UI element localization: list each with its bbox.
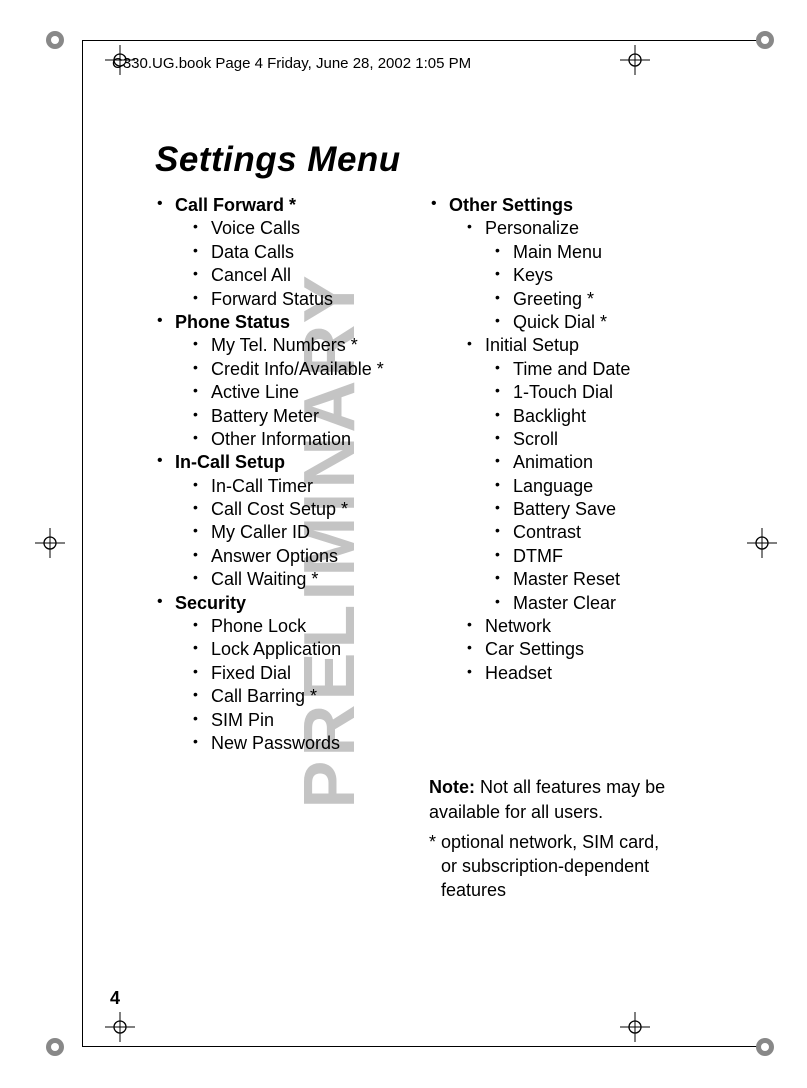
list-item: Master Reset <box>493 568 677 591</box>
list-item: Call Waiting * <box>191 568 403 591</box>
page-number: 4 <box>110 988 120 1009</box>
list-item: Voice Calls <box>191 217 403 240</box>
list-item: Fixed Dial <box>191 662 403 685</box>
list-item: Personalize Main MenuKeysGreeting *Quick … <box>465 217 677 334</box>
list-item: Initial SetupTime and Date1-Touch DialBa… <box>465 334 677 615</box>
item-label: Call Forward * <box>175 195 296 215</box>
list-item: Headset <box>465 662 677 685</box>
list-item: New Passwords <box>191 732 403 755</box>
list-item: Active Line <box>191 381 403 404</box>
list-item: Animation <box>493 451 677 474</box>
list-item: Network <box>465 615 677 638</box>
list-item: Call Barring * <box>191 685 403 708</box>
note-paragraph: Note: Not all features may be available … <box>429 775 677 824</box>
item-label: In-Call Setup <box>175 452 285 472</box>
document-header-line: C330.UG.book Page 4 Friday, June 28, 200… <box>112 55 471 72</box>
list-item: In-Call Timer <box>191 475 403 498</box>
item-label: Phone Status <box>175 312 290 332</box>
item-label: Car Settings <box>485 639 584 659</box>
registration-mark-icon <box>45 30 65 50</box>
list-item: Master Clear <box>493 592 677 615</box>
list-item: Main Menu <box>493 241 677 264</box>
list-item: Phone StatusMy Tel. Numbers *Credit Info… <box>155 311 403 451</box>
list-item: Contrast <box>493 521 677 544</box>
cross-mark-icon <box>35 528 65 558</box>
list-item: In-Call Setup In-Call TimerCall Cost Setu… <box>155 451 403 591</box>
list-item: Other Settings Personalize Main MenuKeysGr… <box>429 194 677 685</box>
item-label: Other Settings <box>449 195 573 215</box>
list-item: Time and Date <box>493 358 677 381</box>
crop-line-bottom <box>82 1046 773 1047</box>
list-item: Call Forward *Voice CallsData CallsCance… <box>155 194 403 311</box>
list-item: 1-Touch Dial <box>493 381 677 404</box>
item-label: Network <box>485 616 551 636</box>
crop-line-left <box>82 40 83 1046</box>
crop-line-top <box>82 40 773 41</box>
list-item: Lock Application <box>191 638 403 661</box>
list-item: Call Cost Setup * <box>191 498 403 521</box>
list-item: Language <box>493 475 677 498</box>
left-column: Call Forward *Voice CallsData CallsCance… <box>155 194 403 909</box>
footnote-text: * optional network, SIM card, or subscri… <box>429 830 677 903</box>
list-item: Cancel All <box>191 264 403 287</box>
list-item: My Caller ID <box>191 521 403 544</box>
list-item: Battery Meter <box>191 405 403 428</box>
list-item: Phone Lock <box>191 615 403 638</box>
item-label: Personalize <box>485 218 579 238</box>
list-item: Answer Options <box>191 545 403 568</box>
cross-mark-icon <box>620 1012 650 1042</box>
list-item: Greeting * <box>493 288 677 311</box>
registration-mark-icon <box>45 1037 65 1057</box>
list-item: Keys <box>493 264 677 287</box>
list-item: My Tel. Numbers * <box>191 334 403 357</box>
page-title: Settings Menu <box>155 140 677 180</box>
list-item: Battery Save <box>493 498 677 521</box>
right-column: Other Settings Personalize Main MenuKeysGr… <box>429 194 677 909</box>
list-item: Scroll <box>493 428 677 451</box>
list-item: DTMF <box>493 545 677 568</box>
notes-block: Note: Not all features may be available … <box>429 775 677 902</box>
cross-mark-icon <box>105 1012 135 1042</box>
list-item: SecurityPhone LockLock ApplicationFixed … <box>155 592 403 756</box>
item-label: Headset <box>485 663 552 683</box>
list-item: Credit Info/Available * <box>191 358 403 381</box>
list-item: Car Settings <box>465 638 677 661</box>
page-content: Settings Menu Call Forward *Voice CallsD… <box>155 140 677 909</box>
list-item: Data Calls <box>191 241 403 264</box>
cross-mark-icon <box>620 45 650 75</box>
list-item: Quick Dial * <box>493 311 677 334</box>
list-item: SIM Pin <box>191 709 403 732</box>
note-label: Note: <box>429 777 475 797</box>
cross-mark-icon <box>747 528 777 558</box>
list-item: Backlight <box>493 405 677 428</box>
item-label: Security <box>175 593 246 613</box>
item-label: Initial Setup <box>485 335 579 355</box>
list-item: Forward Status <box>191 288 403 311</box>
list-item: Other Information <box>191 428 403 451</box>
registration-mark-icon <box>755 30 775 50</box>
registration-mark-icon <box>755 1037 775 1057</box>
